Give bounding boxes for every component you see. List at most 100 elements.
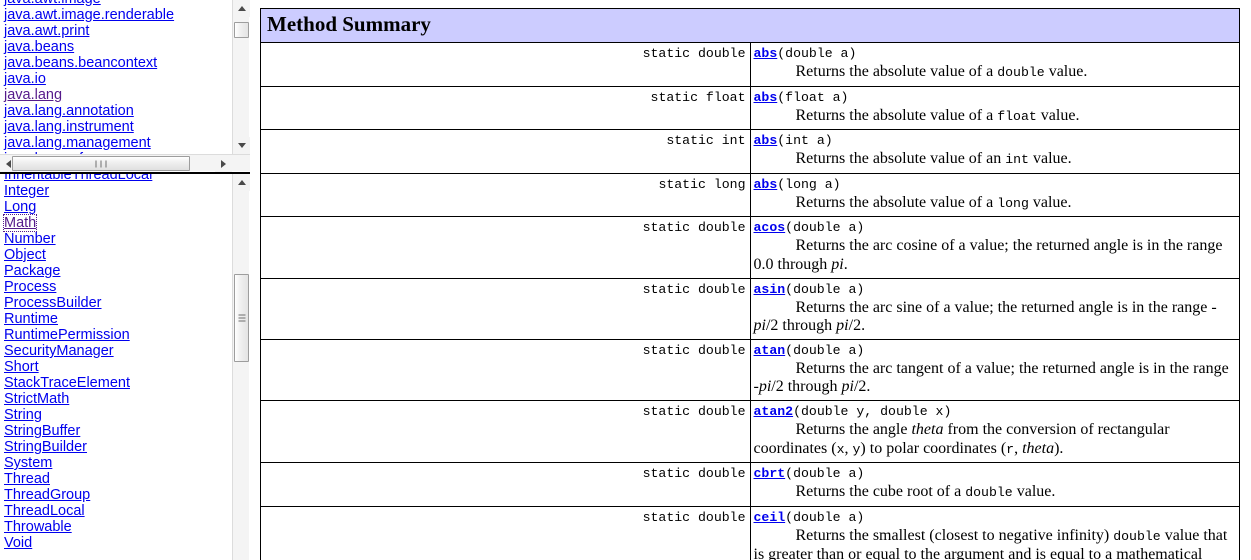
list-item: StringBuilder (0, 439, 232, 455)
method-return-type: static float (260, 85, 751, 131)
class-link[interactable]: Void (4, 535, 32, 551)
package-link[interactable]: java.awt.print (4, 23, 89, 39)
class-link[interactable]: ThreadLocal (4, 503, 85, 519)
package-link[interactable]: java.beans (4, 39, 74, 55)
method-signature: atan2(double y, double x) (754, 403, 1237, 421)
class-link[interactable]: RuntimePermission (4, 327, 130, 343)
method-return-type: static double (260, 277, 751, 340)
package-link[interactable]: java.awt.image (4, 0, 101, 7)
method-link[interactable]: abs (754, 46, 778, 61)
method-description: Returns the arc tangent of a value; the … (753, 359, 1229, 396)
list-item: Runtime (0, 311, 232, 327)
class-link[interactable]: Integer (4, 183, 49, 199)
list-item: java.awt.image.renderable (0, 7, 232, 23)
list-item: Void (0, 535, 232, 551)
list-item: java.beans.beancontext (0, 55, 232, 71)
method-link[interactable]: acos (754, 220, 786, 235)
scroll-right-button[interactable] (215, 155, 232, 172)
method-link[interactable]: asin (754, 282, 786, 297)
scrollbar-thumb[interactable] (12, 156, 190, 171)
class-link[interactable]: Number (4, 231, 56, 247)
package-link[interactable]: java.beans.beancontext (4, 55, 157, 71)
package-list-vertical-scrollbar[interactable] (232, 0, 250, 154)
class-link[interactable]: Math (2, 214, 38, 232)
class-link[interactable]: StringBuffer (4, 423, 80, 439)
package-link[interactable]: java.lang (4, 87, 62, 103)
table-row: static float abs(float a) Returns the abso… (260, 85, 1240, 131)
class-link[interactable]: ProcessBuilder (4, 295, 102, 311)
class-link[interactable]: InheritableThreadLocal (4, 174, 152, 183)
class-link[interactable]: System (4, 455, 52, 471)
method-description: Returns the arc cosine of a value; the r… (753, 237, 1223, 273)
scrollbar-thumb[interactable] (234, 274, 249, 362)
method-return-type: static long (260, 172, 751, 218)
list-item: Object (0, 247, 232, 263)
method-description-cell: abs(double a) Returns the absolute value … (749, 42, 1240, 87)
class-link[interactable]: SecurityManager (4, 343, 114, 359)
class-link[interactable]: String (4, 407, 42, 423)
package-link[interactable]: java.lang.annotation (4, 103, 134, 119)
method-link[interactable]: atan2 (754, 404, 794, 419)
class-link[interactable]: Thread (4, 471, 50, 487)
class-link[interactable]: Short (4, 359, 39, 375)
package-list-horizontal-scrollbar[interactable] (0, 154, 250, 172)
table-row: static long abs(long a) Returns the absolu… (260, 172, 1240, 218)
method-link[interactable]: abs (754, 177, 778, 192)
method-description: Returns the cube root of a double value. (795, 483, 1056, 501)
class-link[interactable]: StrictMath (4, 391, 69, 407)
list-item: Long (0, 199, 232, 215)
method-description: Returns the arc sine of a value; the ret… (753, 298, 1217, 335)
method-return-type: static int (260, 129, 751, 174)
list-item: java.lang.annotation (0, 103, 232, 119)
list-item: String (0, 407, 232, 423)
method-link[interactable]: abs (754, 90, 778, 105)
method-signature: abs(long a) (754, 176, 1237, 194)
arrow-up-icon (237, 180, 246, 185)
class-link[interactable]: Throwable (4, 519, 72, 535)
list-item: java.io (0, 71, 232, 87)
list-item: Throwable (0, 519, 232, 535)
class-list-vertical-scrollbar[interactable] (232, 174, 250, 560)
method-parameters: (long a) (777, 176, 841, 192)
method-return-type: static double (260, 399, 751, 464)
method-description: Returns the absolute value of an int val… (795, 150, 1072, 168)
class-link[interactable]: Runtime (4, 311, 58, 327)
list-item: ProcessBuilder (0, 295, 232, 311)
class-link[interactable]: Process (4, 279, 56, 295)
package-link[interactable]: java.awt.image.renderable (4, 7, 174, 23)
class-link[interactable]: ThreadGroup (4, 487, 90, 503)
package-link[interactable]: java.lang.management (4, 135, 151, 151)
method-link[interactable]: atan (754, 343, 786, 358)
scroll-down-button[interactable] (233, 137, 250, 154)
list-item: InheritableThreadLocal (0, 174, 232, 183)
class-link[interactable]: StringBuilder (4, 439, 87, 455)
method-description: Returns the absolute value of a long val… (795, 193, 1072, 211)
class-link[interactable]: Package (4, 263, 60, 279)
method-link[interactable]: cbrt (754, 466, 786, 481)
table-header-row: Method Summary (260, 8, 1240, 43)
scrollbar-grip-icon (238, 313, 245, 324)
method-return-type: static double (260, 216, 751, 279)
scroll-up-button[interactable] (233, 174, 250, 191)
list-item: Package (0, 263, 232, 279)
scrollbar-thumb[interactable] (234, 22, 249, 38)
list-item: Number (0, 231, 232, 247)
table-row: static double atan2(double y, double x) Re… (260, 399, 1240, 464)
package-link[interactable]: java.lang.instrument (4, 119, 134, 135)
class-link[interactable]: Object (4, 247, 46, 263)
scroll-up-button[interactable] (233, 0, 250, 17)
method-description-cell: cbrt(double a) Returns the cube root of a… (749, 462, 1240, 507)
method-summary-table: Method Summary static double abs(double a… (260, 8, 1240, 560)
list-item: java.awt.print (0, 23, 232, 39)
method-return-type: static double (260, 462, 751, 507)
table-row: static double asin(double a) Returns the a… (260, 277, 1240, 340)
method-link[interactable]: abs (754, 133, 778, 148)
class-link[interactable]: StackTraceElement (4, 375, 130, 391)
method-link[interactable]: ceil (754, 510, 786, 525)
class-link[interactable]: Long (4, 199, 36, 215)
list-item: StrictMath (0, 391, 232, 407)
method-description-cell: abs(long a) Returns the absolute value of… (749, 172, 1240, 218)
class-list: InheritableThreadLocal Integer Long Math Num… (0, 174, 232, 551)
package-link[interactable]: java.io (4, 71, 46, 87)
list-item: Thread (0, 471, 232, 487)
